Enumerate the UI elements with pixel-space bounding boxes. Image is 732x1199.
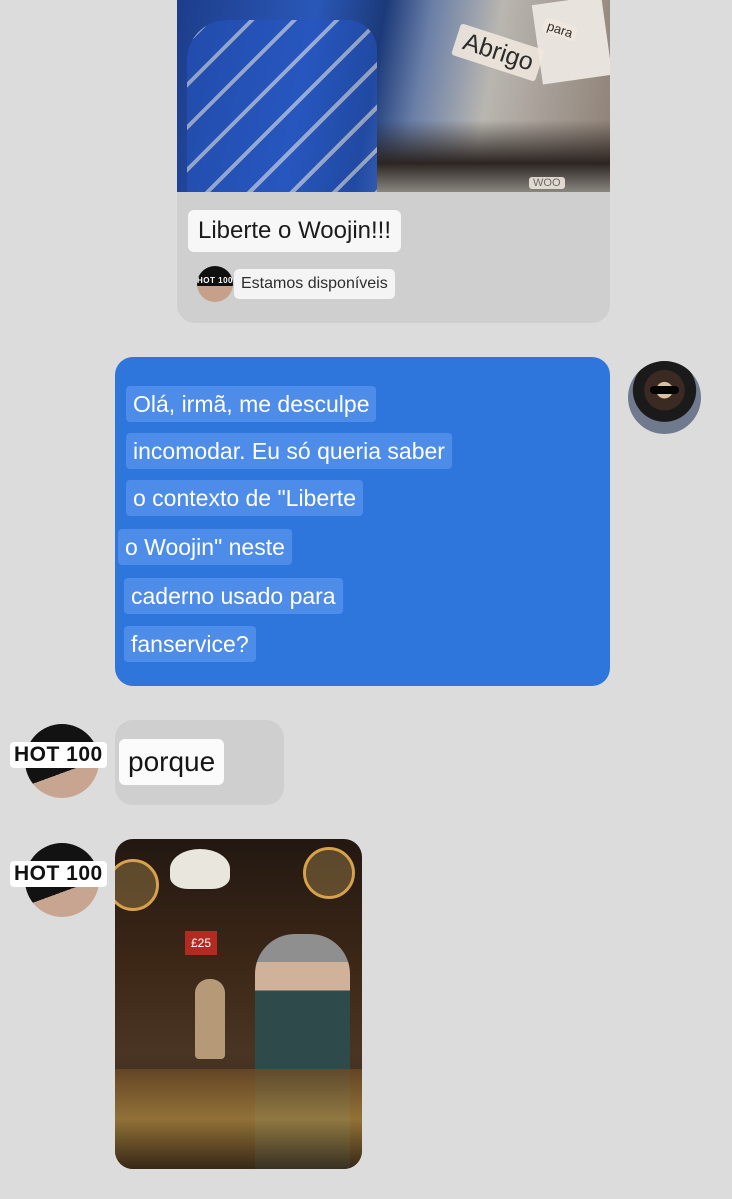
source-avatar-badge: HOT 100 bbox=[197, 276, 233, 285]
price-sign: £25 bbox=[185, 931, 217, 955]
own-avatar[interactable] bbox=[628, 361, 701, 434]
lamp-graphic bbox=[115, 859, 159, 911]
spikes-graphic bbox=[377, 120, 610, 192]
sent-message-line: incomodar. Eu só queria saber bbox=[126, 433, 452, 469]
source-avatar: HOT 100 bbox=[197, 266, 233, 302]
sunglasses-graphic bbox=[650, 386, 679, 394]
source-label: Estamos disponíveis bbox=[234, 269, 395, 299]
sticker-text-main: Abrigo bbox=[451, 23, 546, 82]
sent-message-line: fanservice? bbox=[124, 626, 256, 662]
owl-graphic bbox=[170, 849, 230, 889]
sent-message-line: Olá, irmã, me desculpe bbox=[126, 386, 377, 422]
contact-avatar[interactable]: HOT 100 bbox=[10, 843, 107, 917]
sketch-graphic bbox=[531, 0, 610, 85]
avatar-badge: HOT 100 bbox=[10, 742, 107, 768]
sent-message-line: o contexto de "Liberte bbox=[126, 480, 363, 516]
sent-message-line: caderno usado para bbox=[124, 578, 343, 614]
received-message-text: porque bbox=[119, 739, 225, 785]
lamp-graphic bbox=[303, 847, 355, 899]
jacket-graphic bbox=[187, 20, 377, 192]
sticker-text-corner: WOO bbox=[529, 177, 565, 189]
contact-avatar[interactable]: HOT 100 bbox=[10, 724, 107, 798]
avatar-badge: HOT 100 bbox=[10, 861, 107, 887]
figurine-graphic bbox=[195, 979, 225, 1059]
sent-message-bubble[interactable]: Olá, irmã, me desculpe incomodar. Eu só … bbox=[115, 357, 610, 686]
post-image[interactable]: Abrigo para WOO bbox=[177, 0, 610, 192]
photo-message[interactable]: £25 bbox=[115, 839, 362, 1169]
sent-message-line: o Woojin" neste bbox=[118, 529, 292, 565]
shelf-graphic bbox=[115, 1069, 362, 1169]
post-title: Liberte o Woojin!!! bbox=[188, 210, 401, 252]
